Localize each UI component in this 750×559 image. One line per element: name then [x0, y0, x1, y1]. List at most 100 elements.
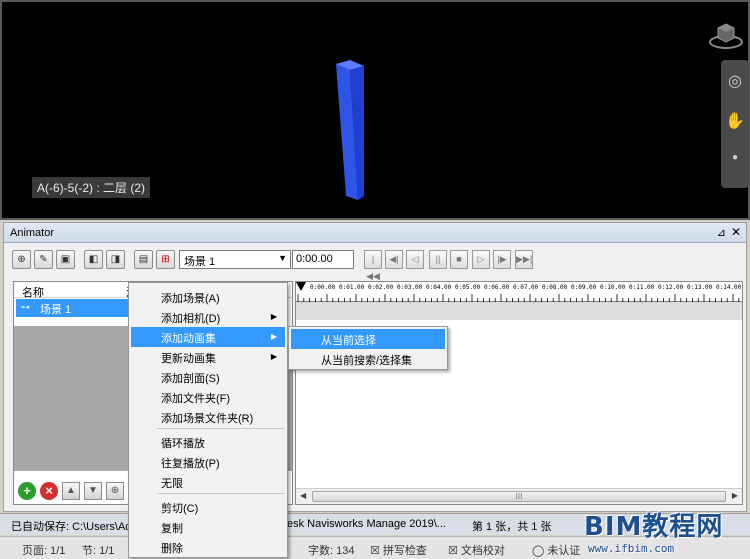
- ruler-tick-label: 0:04.00: [426, 284, 452, 291]
- time-marker-icon[interactable]: [296, 282, 306, 291]
- menu-item[interactable]: 循环播放: [131, 432, 285, 452]
- menu-item[interactable]: 添加文件夹(F): [131, 387, 285, 407]
- add-icon[interactable]: +: [18, 482, 36, 500]
- scroll-right-icon[interactable]: ▶: [732, 491, 738, 500]
- menu-item-label: 删除: [161, 543, 183, 555]
- menu-item[interactable]: 删除: [131, 537, 285, 557]
- ruler-tick-label: 0:03.00: [397, 284, 423, 291]
- page-info: 第 1 张，共 1 张: [472, 521, 552, 533]
- column-3d-model[interactable]: [336, 60, 364, 200]
- menu-item-label: 往复播放(P): [161, 458, 220, 470]
- step-back-icon[interactable]: ◀|: [385, 250, 403, 269]
- menu-item[interactable]: 添加剖面(S): [131, 367, 285, 387]
- ruler-tick-label: 0:09.00: [571, 284, 597, 291]
- capture-keyframe-red-icon[interactable]: ⊞: [156, 250, 175, 269]
- section-status[interactable]: 节: 1/1: [82, 542, 114, 558]
- menu-item[interactable]: 添加场景文件夹(R): [131, 407, 285, 427]
- scroll-left-icon[interactable]: ◀: [300, 491, 306, 500]
- context-menu: 添加场景(A) 添加相机(D) ▶ 添加动画集 ▶ 更新动画集 ▶ 添加剖面(S) 添加文件夹(…: [128, 282, 288, 558]
- menu-item[interactable]: 添加场景(A): [131, 287, 285, 307]
- ruler-tick-label: 0:07.00: [513, 284, 539, 291]
- 3d-viewport[interactable]: A(-6)-5(-2) : 二层 (2) ◎ ✋ ●: [0, 0, 750, 220]
- watermark-logo: BIM教程网 www.ifbim.com: [584, 506, 746, 558]
- menu-item-label: 剪切(C): [161, 503, 199, 515]
- play-icon[interactable]: ▷: [472, 250, 490, 269]
- watermark-url: www.ifbim.com: [588, 542, 675, 555]
- cert-status[interactable]: ◯ 未认证: [532, 542, 580, 558]
- menu-item-label: 无限: [161, 478, 183, 490]
- horizontal-scrollbar[interactable]: ◀ III ▶: [296, 488, 742, 504]
- tree-item-label: 场景 1: [40, 304, 72, 316]
- timeline-ruler[interactable]: 0:00.00 0:01.00 0:02.00 0:03.00 0:04.00 0:05.…: [296, 282, 742, 302]
- scene-select-value: 场景 1: [184, 256, 216, 268]
- fast-forward-icon[interactable]: ▶▶|: [515, 250, 533, 269]
- ruler-tick-label: 0:11.00: [629, 284, 655, 291]
- move-down-icon[interactable]: ▼: [84, 482, 102, 500]
- play-reverse-icon[interactable]: ◁: [406, 250, 424, 269]
- menu-item-label: 更新动画集: [161, 353, 216, 365]
- navigation-bar: ◎ ✋ ●: [721, 60, 749, 188]
- stop-icon[interactable]: ■: [450, 250, 468, 269]
- ruler-ticks: [296, 294, 742, 302]
- menu-item-label: 复制: [161, 523, 183, 535]
- scene-icon: ⊶: [21, 302, 30, 312]
- toggle-rotate-icon[interactable]: ◨: [106, 250, 125, 269]
- tree-item-scene-1[interactable]: ⊶ 场景 1: [16, 299, 128, 317]
- menu-item-label: 添加文件夹(F): [161, 393, 231, 405]
- rewind-icon[interactable]: |◀◀: [364, 250, 382, 281]
- word-count-status[interactable]: 字数: 134: [308, 542, 354, 558]
- scene-select[interactable]: 场景 1 ▼: [179, 250, 291, 269]
- menu-item-label: 循环播放: [161, 438, 205, 450]
- menu-separator: [157, 493, 285, 494]
- add-camera-icon[interactable]: ⊕: [12, 250, 31, 269]
- menu-item[interactable]: 更新动画集 ▶: [131, 347, 285, 367]
- ruler-tick-label: 0:05.00: [455, 284, 481, 291]
- menu-item-label: 添加剖面(S): [161, 373, 220, 385]
- menu-item-label: 添加相机(D): [161, 313, 221, 325]
- menu-item[interactable]: 复制: [131, 517, 285, 537]
- page-status[interactable]: 页面: 1/1: [22, 542, 65, 558]
- ruler-tick-label: 0:13.00: [687, 284, 713, 291]
- menu-separator: [157, 428, 285, 429]
- close-button[interactable]: ✕: [731, 225, 741, 239]
- steering-wheel-icon[interactable]: ◎: [725, 72, 745, 92]
- spell-check-label: 拼写检查: [382, 545, 427, 557]
- menu-item-label: 添加场景文件夹(R): [161, 413, 254, 425]
- cert-label: 未认证: [547, 545, 581, 557]
- chevron-down-icon: ▼: [278, 253, 287, 263]
- zoom-in-icon[interactable]: ⊕: [106, 482, 124, 500]
- menu-item[interactable]: 添加动画集 ▶: [131, 327, 285, 347]
- orbit-dot-icon[interactable]: ●: [725, 148, 745, 168]
- scrollbar-thumb[interactable]: III: [312, 491, 726, 502]
- toggle-translate-icon[interactable]: ◧: [84, 250, 103, 269]
- submenu-item[interactable]: 从当前选择: [291, 329, 445, 349]
- edit-keyframe-icon[interactable]: ✎: [34, 250, 53, 269]
- tree-column-name[interactable]: 名称: [22, 284, 44, 300]
- ruler-tick-label: 0:14.00: [716, 284, 742, 291]
- viewcube-icon[interactable]: [708, 20, 744, 50]
- ruler-tick-label: 0:02.00: [368, 284, 394, 291]
- pin-icon[interactable]: ⊿: [717, 226, 726, 239]
- time-input[interactable]: 0:00.00: [292, 250, 354, 269]
- submenu-item[interactable]: 从当前搜索/选择集: [291, 349, 445, 369]
- ruler-tick-label: 0:06.00: [484, 284, 510, 291]
- spell-check-status[interactable]: ☒ 拼写检查: [370, 542, 427, 558]
- animator-titlebar: Animator ⊿ ✕: [4, 223, 746, 243]
- menu-item[interactable]: 往复播放(P): [131, 452, 285, 472]
- pause-icon[interactable]: ||: [429, 250, 447, 269]
- animator-toolbar: ⊕ ✎ ▣ ◧ ◨ ▤ ⊞ 场景 1 ▼ 0:00.00 |◀◀ ◀| ◁ ||…: [4, 245, 746, 281]
- menu-item[interactable]: 无限: [131, 472, 285, 492]
- menu-item[interactable]: 剪切(C): [131, 497, 285, 517]
- app-name-status: esk Navisworks Manage 2019\...: [287, 518, 446, 530]
- capture-keyframe-icon[interactable]: ▣: [56, 250, 75, 269]
- timeline-view[interactable]: 0:00.00 0:01.00 0:02.00 0:03.00 0:04.00 0:05.…: [295, 281, 743, 505]
- menu-item[interactable]: 添加相机(D) ▶: [131, 307, 285, 327]
- timeline-track-scene-1[interactable]: [296, 302, 742, 320]
- toggle-scale-icon[interactable]: ▤: [134, 250, 153, 269]
- move-up-icon[interactable]: ▲: [62, 482, 80, 500]
- pan-hand-icon[interactable]: ✋: [725, 112, 745, 132]
- delete-icon[interactable]: ×: [40, 482, 58, 500]
- autosave-status: 已自动保存: C:\Users\Adı: [11, 521, 135, 533]
- step-forward-icon[interactable]: |▶: [493, 250, 511, 269]
- doc-check-status[interactable]: ☒ 文档校对: [448, 542, 505, 558]
